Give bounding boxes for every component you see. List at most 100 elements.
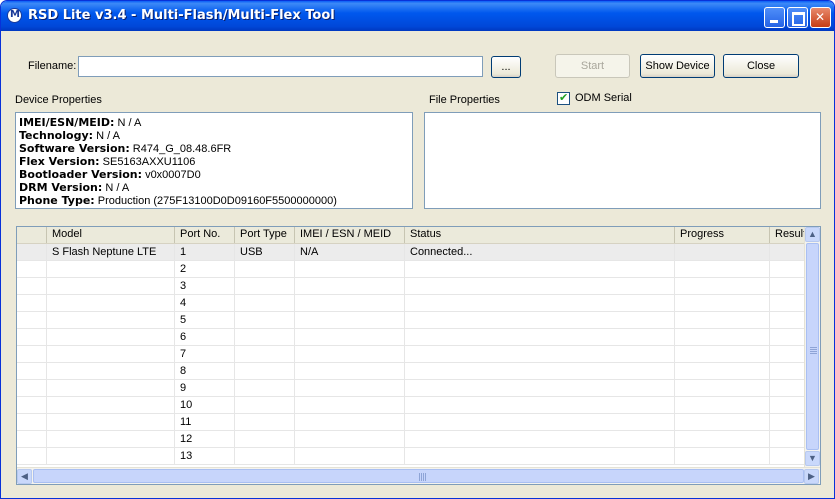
- cell-select: [17, 380, 47, 396]
- column-header-select[interactable]: [17, 227, 47, 243]
- cell-status: [405, 346, 675, 362]
- scroll-left-icon[interactable]: ◀: [17, 469, 32, 484]
- table-row[interactable]: 7: [17, 346, 810, 363]
- table-row[interactable]: 2: [17, 261, 810, 278]
- show-device-button[interactable]: Show Device: [640, 54, 715, 78]
- cell-model: [47, 363, 175, 379]
- cell-port-type: [235, 414, 295, 430]
- cell-progress: [675, 380, 770, 396]
- motorola-logo-icon: [7, 8, 22, 23]
- cell-port-type: USB: [235, 244, 295, 260]
- cell-status: [405, 448, 675, 464]
- cell-port-no: 7: [175, 346, 235, 362]
- column-header-port-type[interactable]: Port Type: [235, 227, 295, 243]
- cell-port-no: 13: [175, 448, 235, 464]
- cell-port-type: [235, 312, 295, 328]
- horizontal-scrollbar[interactable]: ◀ ▶: [17, 467, 820, 484]
- device-property-value: R474_G_08.48.6FR: [132, 143, 232, 155]
- close-window-button[interactable]: [810, 7, 831, 28]
- device-property-line: Software Version: R474_G_08.48.6FR: [19, 142, 412, 155]
- device-property-line: IMEI/ESN/MEID: N / A: [19, 116, 412, 129]
- cell-port-type: [235, 448, 295, 464]
- cell-port-no: 12: [175, 431, 235, 447]
- cell-status: [405, 431, 675, 447]
- cell-model: [47, 397, 175, 413]
- cell-imei: [295, 329, 405, 345]
- cell-select: [17, 448, 47, 464]
- device-property-key: Software Version:: [19, 142, 130, 155]
- cell-imei: [295, 448, 405, 464]
- rsd-lite-window: RSD Lite v3.4 - Multi-Flash/Multi-Flex T…: [0, 0, 835, 499]
- table-row[interactable]: 5: [17, 312, 810, 329]
- browse-button[interactable]: ...: [491, 56, 521, 78]
- vertical-scroll-thumb[interactable]: [806, 243, 819, 450]
- table-row[interactable]: 13: [17, 448, 810, 465]
- cell-progress: [675, 431, 770, 447]
- device-table: Model Port No. Port Type IMEI / ESN / MEID S…: [16, 226, 821, 485]
- device-property-key: Flex Version:: [19, 155, 100, 168]
- table-row[interactable]: 6: [17, 329, 810, 346]
- cell-select: [17, 363, 47, 379]
- cell-progress: [675, 244, 770, 260]
- cell-progress: [675, 295, 770, 311]
- scroll-right-icon[interactable]: ▶: [804, 469, 819, 484]
- scroll-down-icon[interactable]: ▼: [805, 451, 820, 466]
- cell-status: [405, 295, 675, 311]
- table-row[interactable]: 9: [17, 380, 810, 397]
- cell-port-type: [235, 397, 295, 413]
- horizontal-scroll-thumb[interactable]: [33, 469, 804, 483]
- cell-status: Connected...: [405, 244, 675, 260]
- table-row[interactable]: 11: [17, 414, 810, 431]
- cell-status: [405, 329, 675, 345]
- close-button[interactable]: Close: [723, 54, 799, 78]
- cell-model: [47, 448, 175, 464]
- cell-port-type: [235, 261, 295, 277]
- device-property-line: Flex Version: SE5163AXXU1106: [19, 155, 412, 168]
- device-property-value: N / A: [117, 117, 142, 129]
- minimize-button[interactable]: [764, 7, 785, 28]
- column-header-status[interactable]: Status: [405, 227, 675, 243]
- cell-model: [47, 278, 175, 294]
- filename-input[interactable]: [78, 56, 483, 77]
- cell-progress: [675, 414, 770, 430]
- column-header-model[interactable]: Model: [47, 227, 175, 243]
- odm-serial-checkbox[interactable]: [557, 91, 570, 105]
- table-row[interactable]: 3: [17, 278, 810, 295]
- filename-label: Filename:: [28, 60, 77, 72]
- title-bar[interactable]: RSD Lite v3.4 - Multi-Flash/Multi-Flex T…: [1, 1, 834, 31]
- cell-imei: [295, 363, 405, 379]
- table-row[interactable]: 12: [17, 431, 810, 448]
- column-header-progress[interactable]: Progress: [675, 227, 770, 243]
- table-row[interactable]: 8: [17, 363, 810, 380]
- cell-model: [47, 380, 175, 396]
- maximize-button[interactable]: [787, 7, 808, 28]
- device-property-line: Bootloader Version: v0x0007D0: [19, 168, 412, 181]
- column-header-imei[interactable]: IMEI / ESN / MEID: [295, 227, 405, 243]
- cell-select: [17, 346, 47, 362]
- cell-model: [47, 295, 175, 311]
- device-property-value: N / A: [105, 182, 130, 194]
- file-properties-panel: [424, 112, 821, 209]
- cell-port-no: 5: [175, 312, 235, 328]
- table-row[interactable]: S Flash Neptune LTE 1 USB N/A Connected...: [17, 244, 810, 261]
- device-property-value: Production (275F13100D0D09160F5500000000…: [97, 195, 337, 207]
- cell-imei: N/A: [295, 244, 405, 260]
- cell-status: [405, 380, 675, 396]
- device-properties-panel: IMEI/ESN/MEID: N / A Technology: N / A Sof…: [15, 112, 413, 209]
- cell-model: [47, 414, 175, 430]
- cell-model: [47, 261, 175, 277]
- device-property-value: SE5163AXXU1106: [102, 156, 196, 168]
- cell-progress: [675, 261, 770, 277]
- table-row[interactable]: 10: [17, 397, 810, 414]
- column-header-port-no[interactable]: Port No.: [175, 227, 235, 243]
- cell-progress: [675, 448, 770, 464]
- cell-progress: [675, 329, 770, 345]
- device-property-value: N / A: [96, 130, 120, 142]
- scroll-up-icon[interactable]: ▲: [805, 227, 820, 242]
- table-row[interactable]: 4: [17, 295, 810, 312]
- vertical-scrollbar[interactable]: ▲ ▼: [804, 227, 820, 467]
- cell-port-no: 1: [175, 244, 235, 260]
- cell-status: [405, 312, 675, 328]
- cell-port-no: 10: [175, 397, 235, 413]
- start-button[interactable]: Start: [555, 54, 630, 78]
